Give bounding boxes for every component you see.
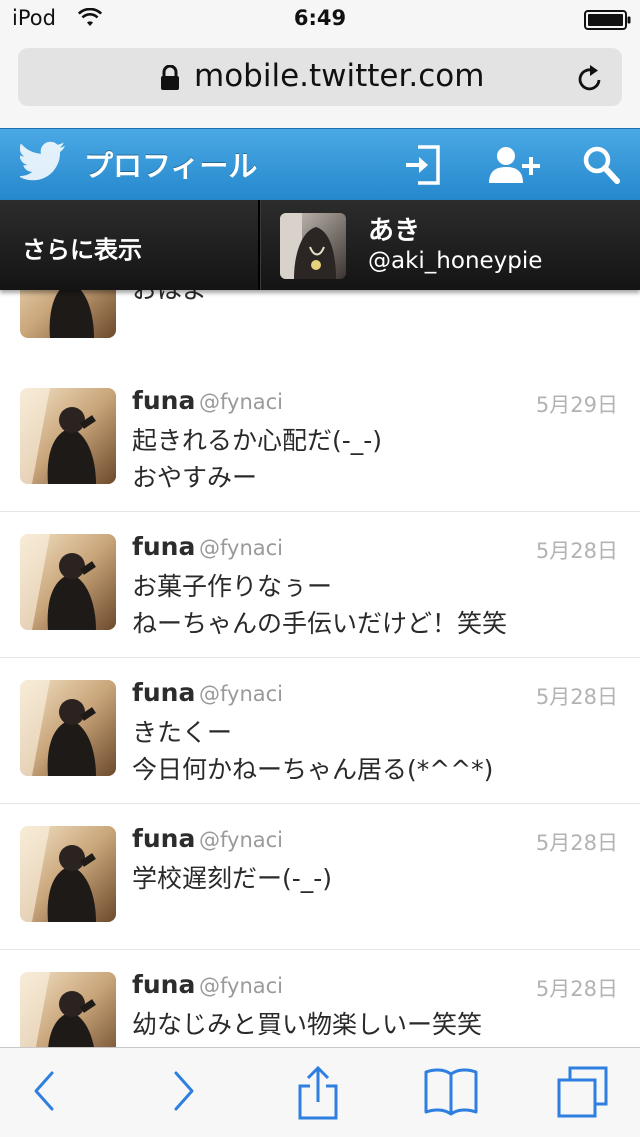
reload-icon[interactable] bbox=[576, 63, 604, 97]
author-name[interactable]: funa bbox=[132, 678, 195, 707]
browser-chrome: mobile.twitter.com bbox=[0, 40, 640, 128]
divider bbox=[258, 200, 261, 290]
author-handle[interactable]: @fynaci bbox=[199, 682, 283, 706]
avatar[interactable] bbox=[20, 290, 116, 338]
show-more-button[interactable]: さらに表示 bbox=[22, 230, 142, 265]
profile-avatar[interactable] bbox=[280, 213, 346, 279]
share-icon[interactable] bbox=[296, 1065, 340, 1124]
tweet-text: 起きれるか心配だ(-_-) おやすみー bbox=[132, 426, 383, 492]
back-icon[interactable] bbox=[30, 1066, 58, 1120]
author-name[interactable]: funa bbox=[132, 532, 195, 561]
twitter-bird-icon[interactable] bbox=[18, 141, 66, 185]
tweet-text: お菓子作りなぅー ねーちゃんの手伝いだけど！笑笑 bbox=[132, 572, 508, 638]
battery-icon bbox=[584, 10, 631, 30]
timeline: おはよー funa @fynaci 5月29日 起きれるか心配だ(-_-) おや… bbox=[0, 290, 640, 1047]
avatar[interactable] bbox=[20, 972, 116, 1047]
author-handle[interactable]: @fynaci bbox=[199, 974, 283, 998]
page-title: プロフィール bbox=[84, 149, 258, 183]
twitter-header: プロフィール bbox=[0, 128, 640, 201]
tweet-date[interactable]: 5月28日 bbox=[536, 973, 618, 1003]
tweet-text: きたくー 今日何かねーちゃん居る(*^^*) bbox=[132, 718, 494, 784]
tweet-text: おはよー bbox=[132, 290, 232, 306]
author-handle[interactable]: @fynaci bbox=[199, 536, 283, 560]
avatar[interactable] bbox=[20, 388, 116, 484]
profile-handle: @aki_honeypie bbox=[368, 248, 543, 274]
author-name[interactable]: funa bbox=[132, 824, 195, 853]
profile-name: あき bbox=[368, 216, 421, 246]
avatar[interactable] bbox=[20, 680, 116, 776]
avatar[interactable] bbox=[20, 534, 116, 630]
sign-in-icon[interactable] bbox=[404, 145, 440, 189]
author-handle[interactable]: @fynaci bbox=[199, 390, 283, 414]
browser-toolbar bbox=[0, 1047, 640, 1137]
search-icon[interactable] bbox=[582, 145, 620, 189]
tweet-item[interactable]: funa @fynaci 5月28日 幼なじみと買い物楽しいー笑笑 bbox=[0, 950, 640, 1047]
status-bar: iPod 6:49 bbox=[0, 0, 640, 40]
tweet-text: 幼なじみと買い物楽しいー笑笑 bbox=[132, 1010, 483, 1039]
author-name[interactable]: funa bbox=[132, 386, 195, 415]
tweet-date[interactable]: 5月28日 bbox=[536, 535, 618, 565]
tweet-item[interactable]: funa @fynaci 5月29日 起きれるか心配だ(-_-) おやすみー bbox=[0, 366, 640, 513]
follow-user-icon[interactable] bbox=[488, 145, 540, 189]
tweet-date[interactable]: 5月28日 bbox=[536, 681, 618, 711]
url-text: mobile.twitter.com bbox=[194, 58, 485, 94]
clock: 6:49 bbox=[293, 6, 347, 30]
forward-icon[interactable] bbox=[170, 1066, 198, 1120]
tweet-item[interactable]: funa @fynaci 5月28日 学校遅刻だー(-_-) bbox=[0, 804, 640, 951]
avatar[interactable] bbox=[20, 826, 116, 922]
profile-bar: さらに表示 あき @aki_honeypie bbox=[0, 200, 640, 290]
tweet-text: 学校遅刻だー(-_-) bbox=[132, 864, 333, 893]
tweet-item[interactable]: funa @fynaci 5月28日 きたくー 今日何かねーちゃん居る(*^^*… bbox=[0, 658, 640, 805]
lock-icon bbox=[160, 64, 180, 95]
tweet-item[interactable]: funa @fynaci 5月28日 お菓子作りなぅー ねーちゃんの手伝いだけど… bbox=[0, 512, 640, 659]
bookmarks-icon[interactable] bbox=[424, 1066, 478, 1120]
tweet-date[interactable]: 5月28日 bbox=[536, 827, 618, 857]
author-name[interactable]: funa bbox=[132, 970, 195, 999]
address-bar[interactable]: mobile.twitter.com bbox=[18, 48, 622, 106]
tweet-partial[interactable]: おはよー bbox=[0, 290, 640, 368]
author-handle[interactable]: @fynaci bbox=[199, 828, 283, 852]
tabs-icon[interactable] bbox=[556, 1066, 610, 1124]
tweet-date[interactable]: 5月29日 bbox=[536, 389, 618, 419]
